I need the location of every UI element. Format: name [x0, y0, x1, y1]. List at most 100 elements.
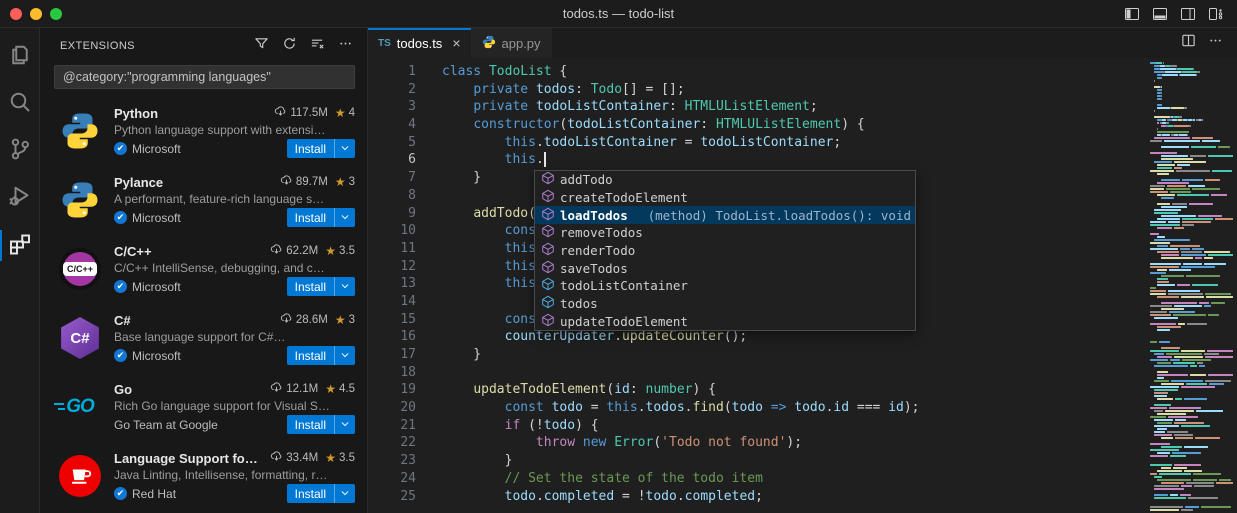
layout-controls	[1123, 5, 1225, 23]
extension-item[interactable]: C/C++ C/C++ 62.2M ★3.5 C/C++ IntelliSens…	[40, 235, 367, 304]
install-options-dropdown[interactable]	[335, 346, 355, 365]
line-number: 10	[368, 222, 416, 240]
install-options-dropdown[interactable]	[335, 139, 355, 158]
suggest-item[interactable]: todoListContainer	[535, 277, 915, 295]
extension-name: Language Support fo…	[114, 451, 258, 466]
line-number: 9	[368, 205, 416, 223]
extension-item[interactable]: Pylance 89.7M ★3 A performant, feature-r…	[40, 166, 367, 235]
extension-publisher: ✔Microsoft	[114, 280, 181, 294]
verified-publisher-icon: ✔	[114, 487, 127, 500]
line-number: 8	[368, 187, 416, 205]
extension-item[interactable]: Python 117.5M ★4 Python language support…	[40, 97, 367, 166]
download-icon	[270, 243, 283, 259]
suggest-item[interactable]: addTodo	[535, 171, 915, 189]
install-split-button: Install	[287, 484, 355, 503]
symbol-method-icon	[539, 189, 560, 206]
symbol-method-icon	[539, 207, 560, 224]
line-number: 21	[368, 417, 416, 435]
code-line: class TodoList {	[442, 63, 920, 81]
go-logo-icon: GO	[66, 396, 94, 418]
minimap[interactable]	[1140, 58, 1237, 513]
symbol-method-icon	[539, 171, 560, 188]
line-number: 13	[368, 275, 416, 293]
activitybar-search[interactable]	[0, 81, 40, 128]
activitybar-source-control[interactable]	[0, 128, 40, 175]
install-options-dropdown[interactable]	[335, 208, 355, 227]
suggest-label: loadTodos	[560, 208, 628, 223]
clear-search-results-button[interactable]	[307, 36, 327, 56]
filter-button[interactable]	[251, 36, 271, 56]
layout-sidebar-right-icon[interactable]	[1179, 5, 1197, 23]
extension-item[interactable]: GO Go 12.1M ★4.5 Rich Go language suppor…	[40, 373, 367, 442]
activitybar-explorer[interactable]	[0, 34, 40, 81]
activitybar-run-debug[interactable]	[0, 175, 40, 222]
close-tab-icon[interactable]: ×	[452, 35, 460, 51]
install-split-button: Install	[287, 415, 355, 434]
install-button[interactable]: Install	[287, 139, 334, 158]
more-actions-icon[interactable]	[1208, 33, 1223, 53]
close-window-button[interactable]	[10, 8, 22, 20]
filter-icon	[254, 36, 269, 56]
more-actions-button[interactable]	[335, 36, 355, 56]
code-line: const todo = this.todos.find(todo => tod…	[442, 399, 920, 417]
verified-publisher-icon: ✔	[114, 211, 127, 224]
line-number: 24	[368, 470, 416, 488]
code-line: updateTodoElement(id: number) {	[442, 381, 920, 399]
extension-stats: 89.7M ★3	[274, 174, 355, 190]
minimize-window-button[interactable]	[30, 8, 42, 20]
line-number: 16	[368, 328, 416, 346]
window-controls	[10, 8, 62, 20]
tab-app.py[interactable]: app.py	[472, 28, 552, 58]
suggest-item[interactable]: removeTodos	[535, 224, 915, 242]
split-editor-icon[interactable]	[1181, 33, 1196, 53]
suggest-item[interactable]: updateTodoElement	[535, 313, 915, 331]
refresh-icon	[282, 36, 297, 56]
maximize-window-button[interactable]	[50, 8, 62, 20]
activitybar-extensions[interactable]	[0, 222, 40, 269]
extension-item[interactable]: C# C# 28.6M ★3 Base language support for…	[40, 304, 367, 373]
code-line: if (!todo) {	[442, 417, 920, 435]
explorer-icon	[8, 43, 32, 72]
extension-description: Java Linting, Intellisense, formatting, …	[114, 468, 355, 482]
suggest-item[interactable]: renderTodo	[535, 242, 915, 260]
chevron-down-icon	[340, 347, 350, 365]
extension-name: Go	[114, 382, 132, 397]
install-button[interactable]: Install	[287, 277, 334, 296]
extensions-icon	[8, 231, 32, 260]
star-icon: ★	[325, 382, 336, 396]
extensions-search-input[interactable]	[54, 65, 355, 89]
star-icon: ★	[335, 106, 346, 120]
code-line: throw new Error('Todo not found');	[442, 434, 920, 452]
suggest-item[interactable]: loadTodos (method) TodoList.loadTodos():…	[535, 206, 915, 224]
extension-description: A performant, feature-rich language s…	[114, 192, 355, 206]
code-line: constructor(todoListContainer: HTMLUList…	[442, 116, 920, 134]
extension-name: Python	[114, 106, 158, 121]
text-cursor	[544, 152, 546, 167]
install-button[interactable]: Install	[287, 484, 334, 503]
layout-panel-icon[interactable]	[1151, 5, 1169, 23]
install-button[interactable]: Install	[287, 346, 334, 365]
extensions-list: Python 117.5M ★4 Python language support…	[40, 97, 367, 513]
suggest-item[interactable]: saveTodos	[535, 259, 915, 277]
symbol-field-icon	[539, 277, 560, 294]
install-button[interactable]: Install	[287, 415, 334, 434]
layout-customize-icon[interactable]	[1207, 5, 1225, 23]
verified-publisher-icon: ✔	[114, 142, 127, 155]
tab-todos.ts[interactable]: TS todos.ts ×	[368, 28, 472, 58]
extension-description: Rich Go language support for Visual S…	[114, 399, 355, 413]
layout-sidebar-icon[interactable]	[1123, 5, 1141, 23]
search-icon	[8, 90, 32, 119]
install-options-dropdown[interactable]	[335, 277, 355, 296]
install-options-dropdown[interactable]	[335, 484, 355, 503]
refresh-button[interactable]	[279, 36, 299, 56]
suggest-item[interactable]: createTodoElement	[535, 189, 915, 207]
line-number: 25	[368, 488, 416, 506]
editor-pane[interactable]: 1234567891011121314151617181920212223242…	[368, 58, 1237, 513]
install-options-dropdown[interactable]	[335, 415, 355, 434]
suggest-item[interactable]: todos	[535, 295, 915, 313]
editor-group: TS todos.ts × app.py 1234567891011121314…	[368, 28, 1237, 513]
line-number: 23	[368, 452, 416, 470]
install-button[interactable]: Install	[287, 208, 334, 227]
extension-item[interactable]: Language Support fo… 33.4M ★3.5 Java Lin…	[40, 442, 367, 511]
symbol-method-icon	[539, 224, 560, 241]
